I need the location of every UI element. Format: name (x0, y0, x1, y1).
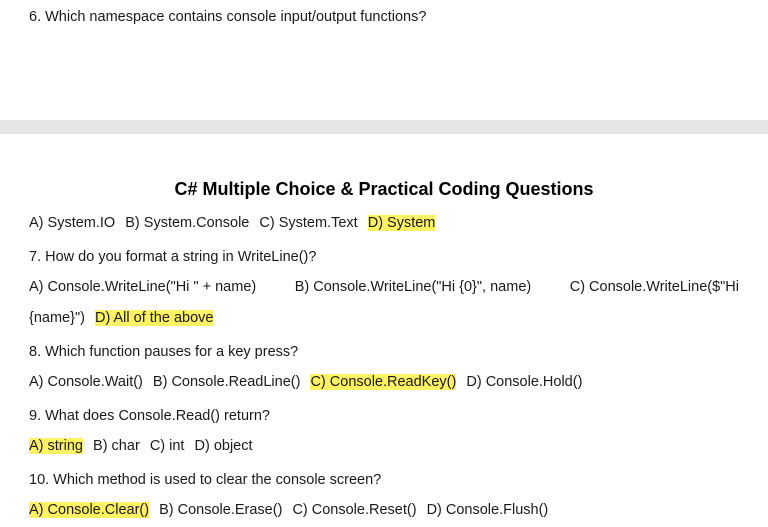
q7-option-c: C) Console.WriteLine($"Hi (569, 279, 739, 295)
question-9-options: A) string B) char C) int D) object (29, 438, 253, 454)
question-10-options: A) Console.Clear() B) Console.Erase() C)… (29, 502, 548, 518)
q7-option-a: A) Console.WriteLine("Hi " + name) (29, 279, 257, 295)
question-6-text: 6. Which namespace contains console inpu… (29, 9, 427, 25)
question-6-options: A) System.IO B) System.Console C) System… (29, 215, 436, 231)
q10-option-a-highlighted: A) Console.Clear() (29, 502, 150, 518)
question-9-text: 9. What does Console.Read() return? (29, 408, 270, 424)
q6-option-b: B) System.Console (125, 215, 250, 231)
question-7-text: 7. How do you format a string in WriteLi… (29, 249, 317, 265)
q6-option-d-highlighted: D) System (367, 215, 436, 231)
q9-option-b: B) char (93, 438, 140, 454)
q9-option-d: D) object (194, 438, 253, 454)
document-viewer: 6. Which namespace contains console inpu… (0, 0, 768, 527)
q6-option-a: A) System.IO (29, 215, 116, 231)
q7-option-c-cont: {name}") (29, 310, 85, 326)
q8-option-a: A) Console.Wait() (29, 374, 143, 390)
q6-option-c: C) System.Text (259, 215, 358, 231)
q10-option-b: B) Console.Erase() (159, 502, 283, 518)
question-7-options-cont: {name}") D) All of the above (29, 310, 214, 326)
q8-option-d: D) Console.Hold() (466, 374, 583, 390)
q10-option-c: C) Console.Reset() (292, 502, 417, 518)
q8-option-b: B) Console.ReadLine() (152, 374, 301, 390)
question-8-text: 8. Which function pauses for a key press… (29, 344, 299, 360)
question-8-options: A) Console.Wait() B) Console.ReadLine() … (29, 374, 582, 390)
q9-option-a-highlighted: A) string (29, 438, 83, 454)
page-header: C# Multiple Choice & Practical Coding Qu… (174, 179, 594, 199)
q7-option-d-highlighted: D) All of the above (94, 310, 214, 326)
page-top: 6. Which namespace contains console inpu… (0, 0, 768, 120)
page-separator (0, 120, 768, 134)
page-bottom: C# Multiple Choice & Practical Coding Qu… (0, 134, 768, 527)
q7-option-b: B) Console.WriteLine("Hi {0}", name) (294, 279, 532, 295)
q10-option-d: D) Console.Flush() (426, 502, 549, 518)
q8-option-c-highlighted: C) Console.ReadKey() (310, 374, 457, 390)
question-10-text: 10. Which method is used to clear the co… (29, 472, 382, 488)
question-7-options: A) Console.WriteLine("Hi " + name) B) Co… (29, 279, 739, 295)
q9-option-c: C) int (149, 438, 185, 454)
